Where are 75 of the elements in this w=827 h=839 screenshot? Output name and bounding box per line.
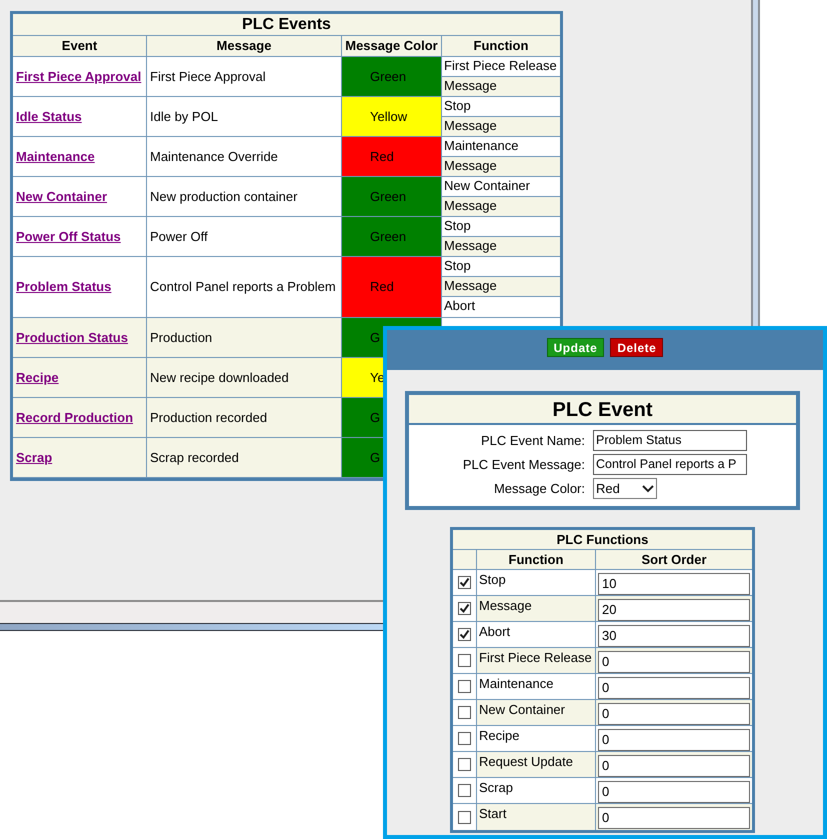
table-cell: New Container [476, 700, 595, 725]
color-cell: Green [341, 177, 441, 216]
checkbox[interactable] [458, 706, 471, 719]
input-field[interactable]: 0 [598, 702, 750, 724]
checkbox[interactable] [458, 758, 471, 771]
column-header: Event [60, 37, 98, 55]
table-cell: Message [476, 596, 595, 621]
table-title: PLC Functions [453, 530, 752, 550]
event-link[interactable]: Recipe [16, 368, 59, 388]
table-title: PLC Events [13, 14, 560, 36]
color-cell: Green [341, 217, 441, 256]
table-cell: Message [442, 77, 560, 96]
event-link[interactable]: Record Production [16, 408, 134, 428]
field-label: PLC Event Name: [480, 432, 585, 450]
color-cell: Green [341, 57, 441, 96]
input-field[interactable]: 30 [598, 624, 750, 646]
field-label: PLC Event Message: [462, 456, 585, 474]
table-cell: Message [442, 117, 560, 136]
table-cell: Message [442, 277, 560, 297]
table-cell-text: First Piece Approval [150, 68, 266, 86]
event-link[interactable]: Production Status [16, 328, 128, 348]
event-link[interactable]: Problem Status [16, 277, 112, 297]
delete-button[interactable]: Delete [610, 338, 664, 357]
input-field[interactable]: 10 [598, 572, 750, 594]
column-header: Function [476, 550, 595, 569]
table-cell-text: Idle by POL [150, 108, 218, 126]
input-field[interactable]: 0 [598, 807, 750, 829]
input-field[interactable]: Control Panel reports a P [593, 454, 747, 475]
checkbox[interactable] [458, 680, 471, 693]
select-field[interactable]: Red [593, 478, 657, 499]
checkbox[interactable] [458, 654, 471, 667]
input-field[interactable]: 0 [598, 780, 750, 802]
table-cell: First Piece Release [476, 648, 595, 673]
input-field[interactable]: 0 [598, 754, 750, 776]
table-cell-text: Production recorded [150, 408, 268, 427]
column-header: Function [441, 36, 560, 56]
event-link[interactable]: Power Off Status [16, 226, 121, 246]
color-cell: Red [341, 257, 441, 317]
form-title: PLC Event [409, 395, 796, 425]
table-cell: Start [476, 804, 595, 830]
table-cell-text: New production container [150, 188, 298, 206]
event-link[interactable]: Scrap [16, 448, 52, 468]
checkbox[interactable] [458, 576, 471, 589]
table-cell-text: Production [150, 328, 212, 347]
event-link[interactable]: Idle Status [16, 106, 82, 126]
checkbox[interactable] [458, 602, 471, 615]
table-cell-text: Control Panel reports a Problem [150, 278, 336, 296]
checkbox[interactable] [458, 732, 471, 745]
table-cell-text: Power Off [150, 228, 208, 246]
color-cell: Red [341, 137, 441, 176]
event-link[interactable]: First Piece Approval [16, 66, 142, 86]
input-field[interactable]: 20 [598, 598, 750, 620]
event-link[interactable]: Maintenance [16, 146, 95, 166]
table-cell-text: Maintenance Override [150, 148, 278, 166]
table-cell: Message [442, 237, 560, 256]
checkbox[interactable] [458, 784, 471, 797]
checkbox[interactable] [458, 810, 471, 824]
input-field[interactable]: 0 [598, 728, 750, 750]
table-cell: Message [442, 157, 560, 176]
checkbox[interactable] [458, 628, 471, 641]
table-cell-text: Scrap recorded [150, 448, 239, 467]
table-cell: Request Update [476, 752, 595, 777]
column-header: Sort Order [595, 550, 752, 569]
chevron-down-icon [642, 484, 654, 492]
color-cell: Yellow [341, 97, 441, 136]
update-button[interactable]: Update [546, 338, 604, 357]
event-link[interactable]: New Container [16, 186, 108, 206]
column-header: Message [146, 36, 341, 56]
table-cell: Message [442, 197, 560, 216]
input-field[interactable]: Problem Status [593, 430, 747, 451]
input-field[interactable]: 0 [598, 676, 750, 698]
input-field[interactable]: 0 [598, 650, 750, 672]
field-label: Message Color: [492, 480, 585, 498]
column-header: Message Color [341, 36, 441, 56]
table-cell-text: New recipe downloaded [150, 368, 289, 387]
